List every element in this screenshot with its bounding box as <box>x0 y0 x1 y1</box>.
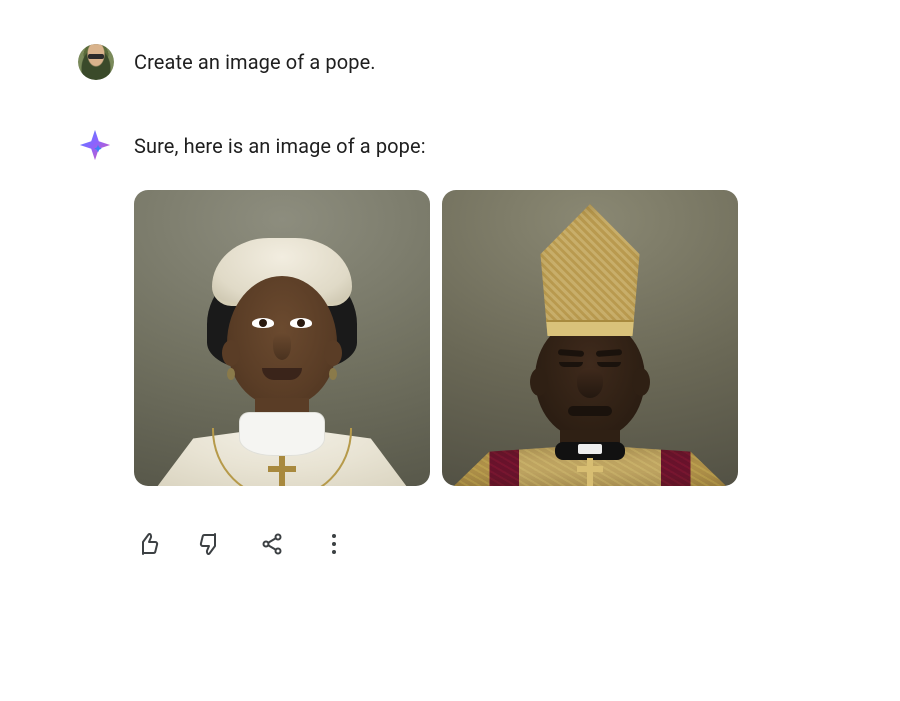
assistant-avatar-col <box>78 128 134 162</box>
share-icon[interactable] <box>258 530 286 558</box>
assistant-message-row: Sure, here is an image of a pope: <box>0 128 900 486</box>
user-message-content: Create an image of a pope. <box>134 44 900 76</box>
assistant-message-text: Sure, here is an image of a pope: <box>134 132 900 160</box>
user-message-row: Create an image of a pope. <box>0 44 900 80</box>
response-actions <box>0 530 900 558</box>
chat-thread: Create an image of a pope. <box>0 0 900 558</box>
user-avatar <box>78 44 114 80</box>
generated-image-1[interactable] <box>134 190 430 486</box>
sparkle-icon <box>78 128 112 162</box>
generated-image-grid <box>134 190 900 486</box>
user-message-text: Create an image of a pope. <box>134 48 900 76</box>
thumbs-down-icon[interactable] <box>196 530 224 558</box>
user-avatar-col <box>78 44 134 80</box>
thumbs-up-icon[interactable] <box>134 530 162 558</box>
assistant-message-content: Sure, here is an image of a pope: <box>134 128 900 486</box>
more-icon[interactable] <box>320 530 348 558</box>
generated-image-2[interactable] <box>442 190 738 486</box>
